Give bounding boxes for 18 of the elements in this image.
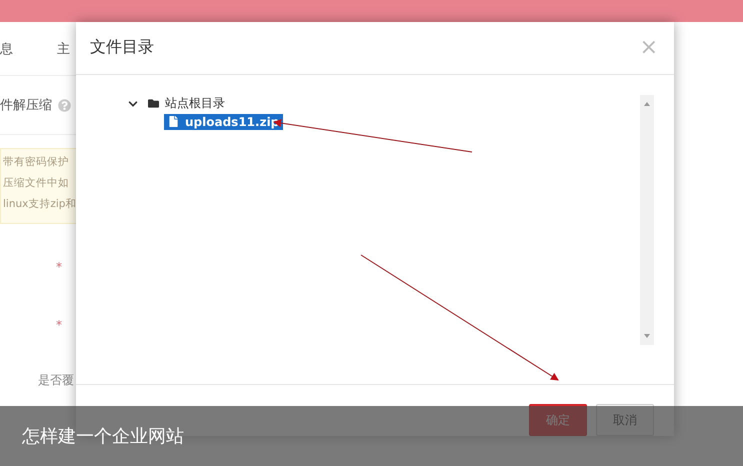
chevron-icon[interactable] xyxy=(128,98,138,109)
tab[interactable]: 主 xyxy=(57,40,70,58)
tab[interactable]: 息 xyxy=(0,40,13,58)
tree-item[interactable]: uploads11.zip xyxy=(164,114,284,130)
notice-text: 压缩文件中如 xyxy=(3,176,70,190)
file-icon xyxy=(168,116,179,128)
folder-icon xyxy=(148,98,159,110)
dialog-title: 文件目录 xyxy=(90,37,154,58)
section-title: 件解压缩 xyxy=(0,97,52,114)
help-icon[interactable] xyxy=(58,98,71,112)
notice-text: 带有密码保护 xyxy=(3,155,70,169)
notice-text: linux支持zip和 xyxy=(3,197,76,211)
caption-text: 怎样建一个企业网站 xyxy=(22,425,184,448)
field-label: 是否覆 xyxy=(38,372,74,389)
scrollbar[interactable] xyxy=(640,94,654,345)
required-marker: * xyxy=(56,260,62,274)
tree-item[interactable]: 站点根目录 xyxy=(144,94,229,114)
required-marker: * xyxy=(56,318,62,332)
